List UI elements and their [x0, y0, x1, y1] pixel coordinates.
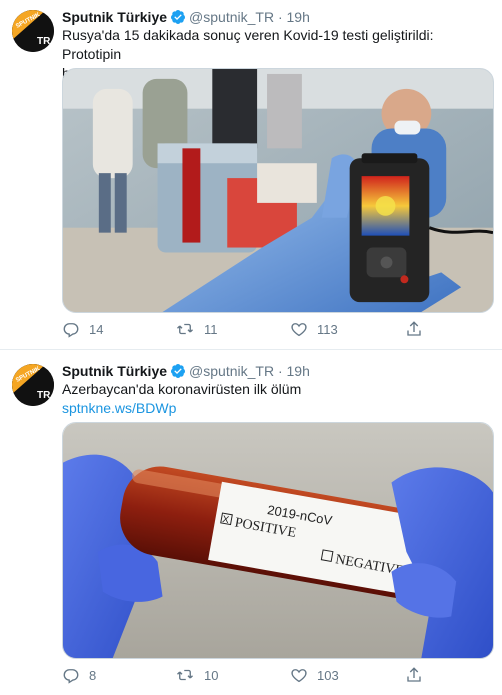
like-button[interactable]: 103	[290, 665, 339, 685]
share-icon	[407, 667, 421, 682]
reply-button[interactable]: 14	[62, 319, 103, 339]
retweet-count: 11	[204, 321, 218, 337]
share-button[interactable]	[405, 319, 432, 339]
tweet-text-line: Azerbaycan'da koronavirüsten ilk ölüm	[62, 381, 302, 397]
heart-icon	[291, 323, 307, 337]
avatar[interactable]: SPUTNIK TR	[12, 364, 54, 406]
like-button[interactable]: 113	[290, 319, 338, 339]
reply-icon	[63, 669, 79, 684]
tweet-image[interactable]: 2019-nCoV X POSITIVE NEGATIVE	[62, 422, 494, 659]
share-icon	[407, 321, 421, 336]
retweet-count: 10	[204, 667, 219, 683]
reply-button[interactable]: 8	[62, 665, 96, 685]
tweet-image[interactable]	[62, 68, 494, 313]
handle[interactable]: @sputnik_TR	[189, 9, 274, 25]
tweet-link[interactable]: sptnkne.ws/BDWp	[62, 400, 176, 416]
like-count: 103	[317, 667, 339, 683]
timestamp[interactable]: 19h	[287, 9, 310, 25]
avatar-badge-text: TR	[37, 36, 51, 47]
reply-count: 14	[89, 321, 104, 337]
heart-icon	[291, 669, 307, 683]
display-name[interactable]: Sputnik Türkiye	[62, 363, 167, 379]
like-count: 113	[317, 321, 338, 337]
tweet-actions: 8 10 103	[62, 665, 494, 685]
tweet-text: Azerbaycan'da koronavirüsten ilk ölüm sp…	[62, 380, 494, 418]
handle[interactable]: @sputnik_TR	[189, 363, 274, 379]
tweet-actions: 14 11 113	[62, 319, 494, 339]
retweet-button[interactable]: 10	[175, 665, 218, 685]
retweet-button[interactable]: 11	[175, 319, 218, 339]
separator-dot: ·	[277, 9, 283, 25]
separator-dot: ·	[277, 363, 283, 379]
retweet-icon	[177, 323, 193, 335]
avatar-badge-text: TR	[37, 390, 51, 401]
tweet-divider	[0, 349, 502, 350]
retweet-icon	[177, 669, 193, 681]
tweet-text-line: Rusya'da 15 dakikada sonuç veren Kovid-1…	[62, 27, 434, 62]
timestamp[interactable]: 19h	[287, 363, 310, 379]
avatar[interactable]: SPUTNIK TR	[12, 10, 54, 52]
display-name[interactable]: Sputnik Türkiye	[62, 9, 167, 25]
share-button[interactable]	[405, 665, 432, 685]
reply-count: 8	[89, 667, 97, 683]
reply-icon	[63, 323, 79, 338]
tweet[interactable]: SPUTNIK TR Sputnik Türkiye @sputnik_TR · …	[0, 0, 502, 350]
